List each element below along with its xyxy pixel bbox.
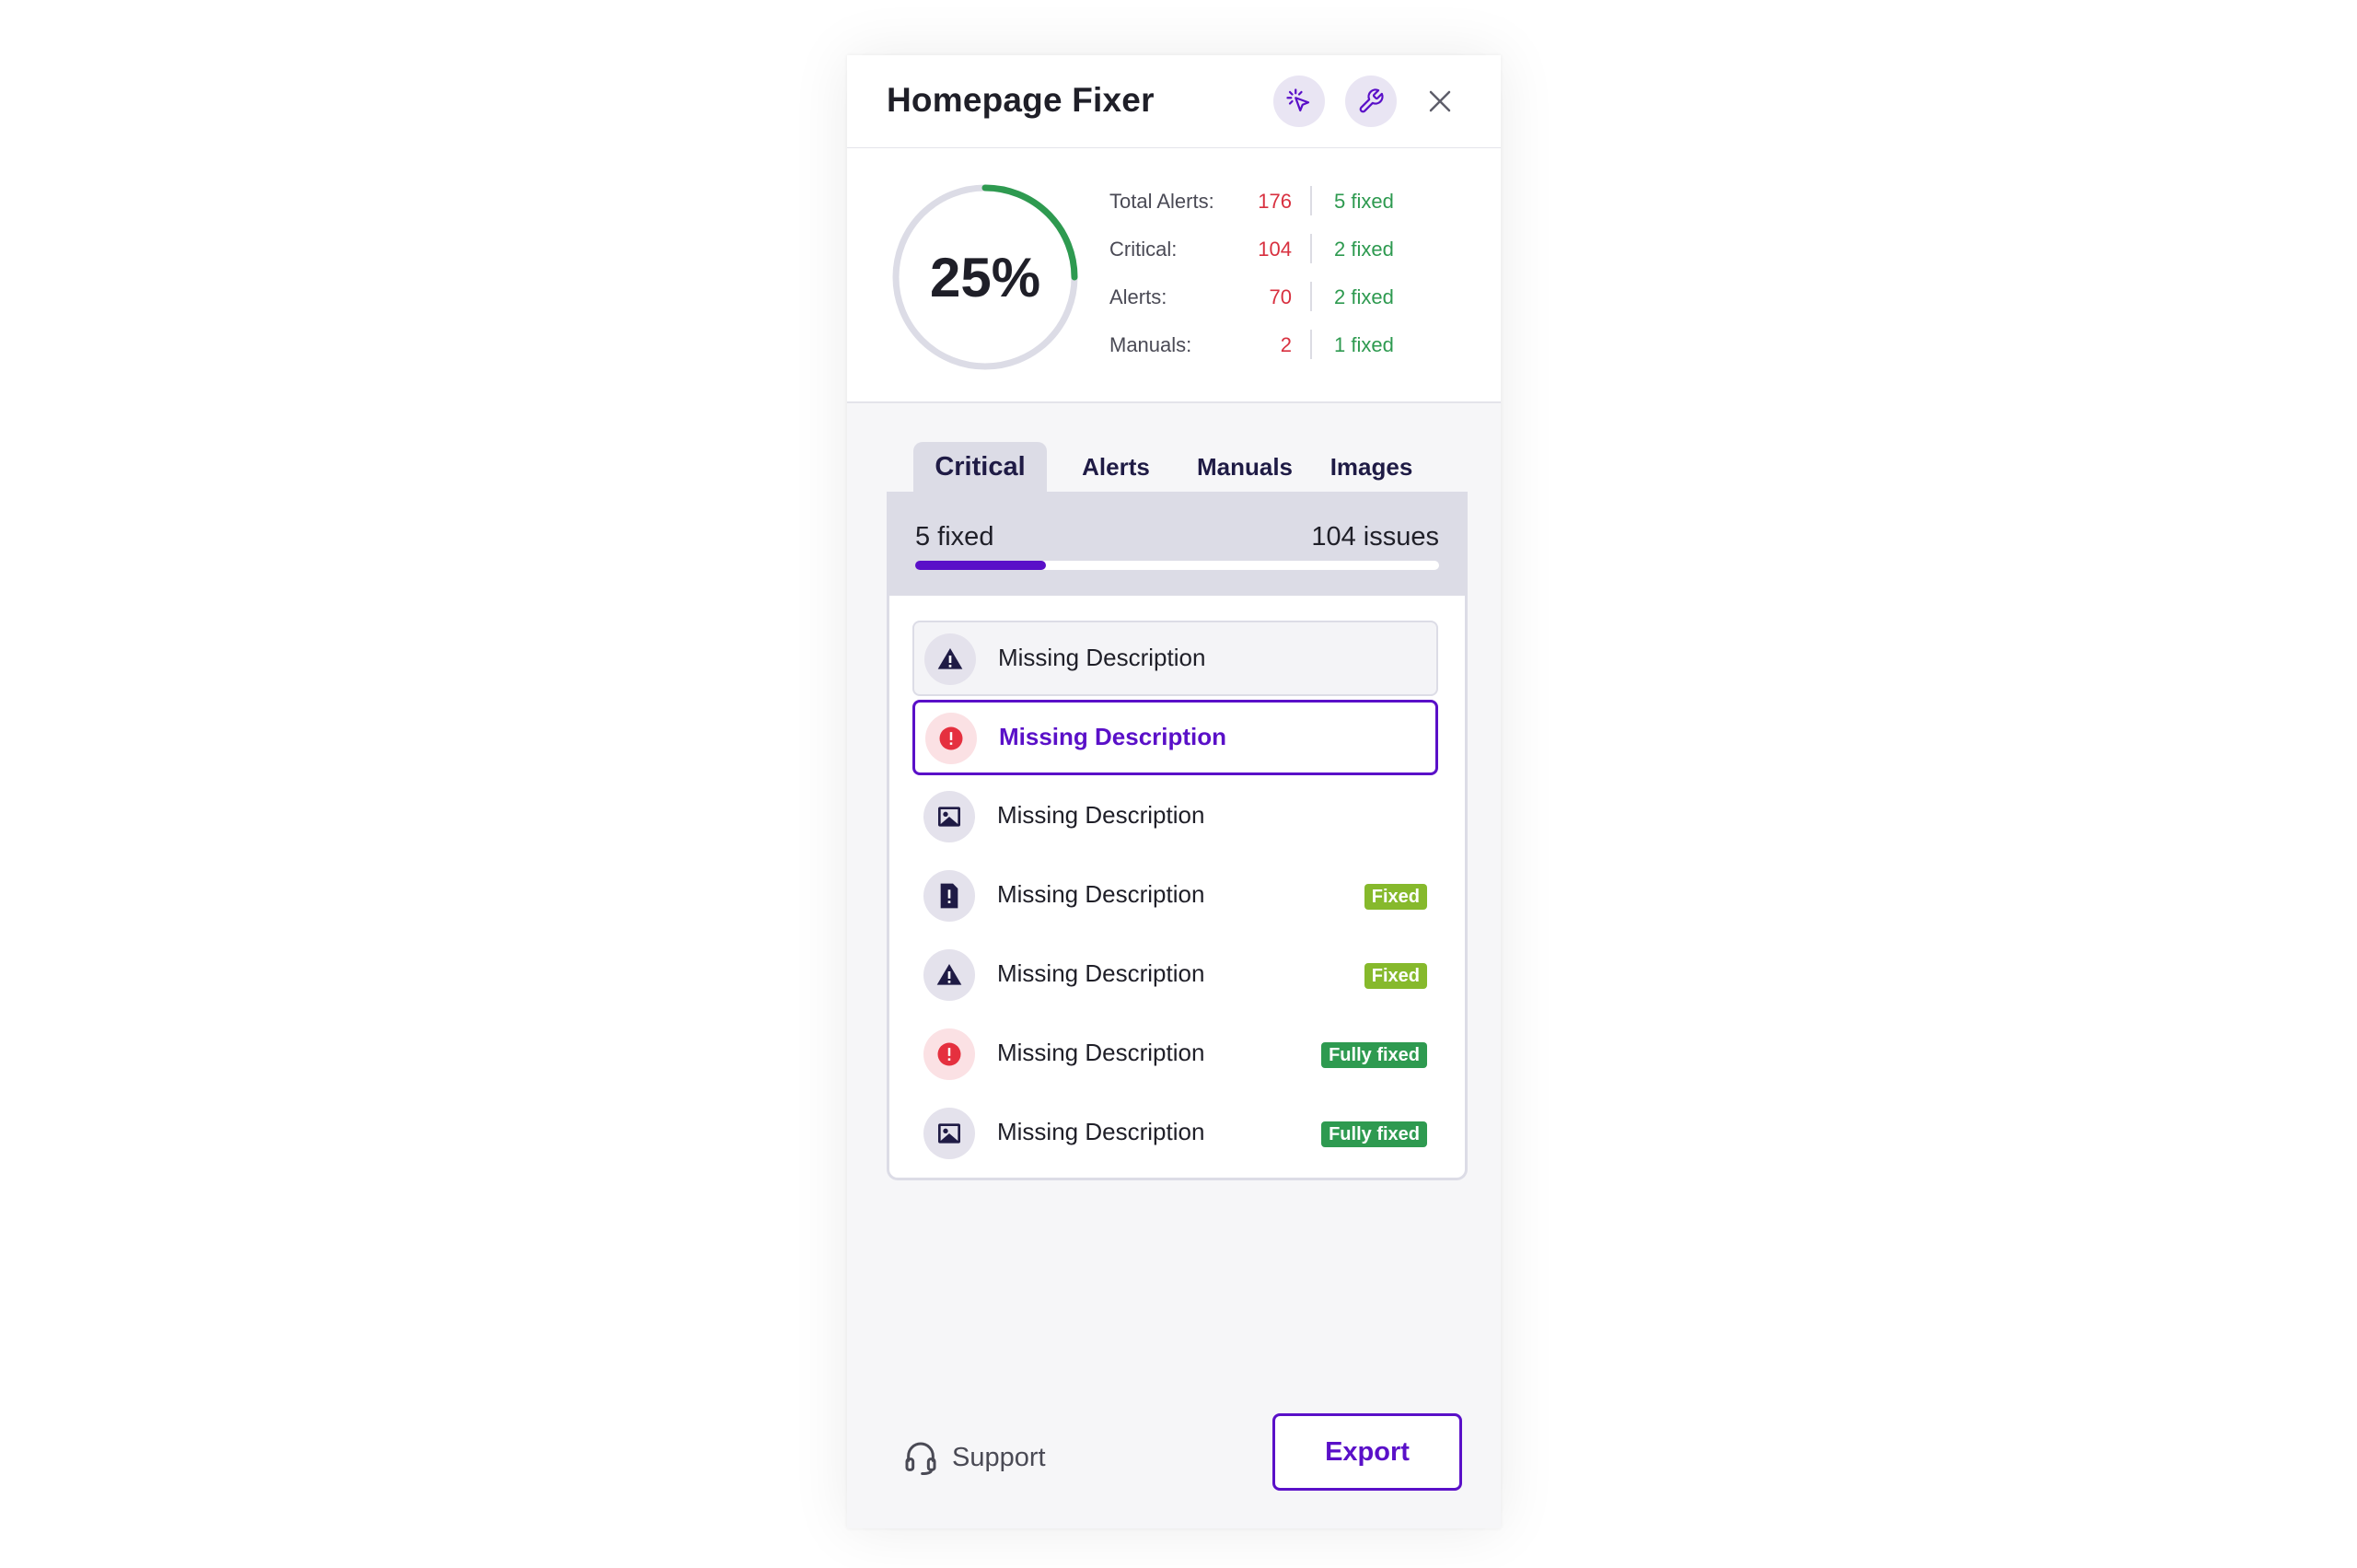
issue-label: Missing Description (997, 959, 1205, 987)
support-label: Support (952, 1442, 1046, 1472)
stat-divider (1310, 234, 1312, 263)
issue-count: 104 issues (1311, 522, 1439, 552)
stat-row-manuals: Manuals: 2 1 fixed (1109, 322, 1478, 370)
issue-label: Missing Description (998, 644, 1206, 671)
issue-item[interactable]: Missing Description Fully fixed (912, 1016, 1438, 1092)
panel-title: Homepage Fixer (887, 81, 1155, 119)
stat-divider (1310, 330, 1312, 359)
tab-manuals[interactable]: Manuals (1185, 442, 1305, 492)
issue-item[interactable]: Missing Description (912, 779, 1438, 854)
stat-count: 70 (1269, 285, 1292, 308)
issue-item[interactable]: Missing Description Fixed (912, 858, 1438, 934)
stat-fixed: 5 fixed (1334, 190, 1394, 213)
progress-fill (915, 561, 1047, 570)
image-icon (923, 1108, 975, 1159)
stat-count: 104 (1258, 238, 1292, 261)
error-circle-icon (923, 1028, 975, 1080)
document-alert-icon (923, 870, 975, 922)
headset-icon (905, 1442, 936, 1475)
close-button[interactable] (1422, 83, 1458, 120)
stat-count: 176 (1258, 190, 1292, 213)
stat-label: Alerts: (1109, 285, 1167, 308)
issue-label: Missing Description (997, 1039, 1205, 1066)
issue-item[interactable]: Missing Description (912, 621, 1438, 696)
image-icon (923, 791, 975, 842)
progress-bar (915, 561, 1439, 570)
issue-label: Missing Description (997, 880, 1205, 908)
stat-row-critical: Critical: 104 2 fixed (1109, 226, 1478, 274)
issue-item[interactable]: Missing Description (912, 700, 1438, 775)
wrench-icon (1359, 88, 1384, 113)
export-button[interactable]: Export (1272, 1413, 1462, 1491)
status-badge: Fully fixed (1321, 1121, 1427, 1147)
stat-count: 2 (1280, 333, 1292, 356)
homepage-fixer-panel: Homepage Fixer 25% Total Alerts: 176 5 f… (847, 55, 1501, 1528)
panel-header: Homepage Fixer (847, 55, 1501, 149)
fixed-count: 5 fixed (915, 522, 994, 552)
issue-item[interactable]: Missing Description Fixed (912, 937, 1438, 1013)
issue-item[interactable]: Missing Description Fully fixed (912, 1096, 1438, 1171)
close-icon (1429, 90, 1451, 112)
stat-label: Critical: (1109, 238, 1178, 261)
tools-button[interactable] (1345, 75, 1397, 127)
warning-triangle-icon (923, 949, 975, 1001)
stat-divider (1310, 186, 1312, 215)
card-header: 5 fixed 104 issues (889, 492, 1465, 596)
stat-divider (1310, 282, 1312, 311)
stat-label: Manuals: (1109, 333, 1192, 356)
stats-table: Total Alerts: 176 5 fixed Critical: 104 … (1109, 179, 1478, 370)
magic-fix-button[interactable] (1273, 75, 1325, 127)
issues-card: 5 fixed 104 issues Missing Description M… (887, 492, 1468, 1180)
issue-label: Missing Description (997, 801, 1205, 829)
stat-row-alerts: Alerts: 70 2 fixed (1109, 274, 1478, 322)
error-circle-icon (925, 713, 977, 764)
stat-fixed: 1 fixed (1334, 333, 1394, 356)
issue-label: Missing Description (997, 1118, 1205, 1145)
tab-alerts[interactable]: Alerts (1065, 442, 1167, 492)
issue-label: Missing Description (999, 723, 1227, 750)
warning-triangle-icon (924, 633, 976, 685)
stat-fixed: 2 fixed (1334, 285, 1394, 308)
tab-images[interactable]: Images (1318, 442, 1424, 492)
cursor-sparkle-icon (1286, 88, 1310, 112)
stat-fixed: 2 fixed (1334, 238, 1394, 261)
percent-complete: 25% (929, 246, 1041, 308)
status-badge: Fully fixed (1321, 1042, 1427, 1068)
support-link[interactable]: Support (902, 1432, 1046, 1483)
status-badge: Fixed (1364, 884, 1427, 910)
summary-section: 25% Total Alerts: 176 5 fixed Critical: … (847, 148, 1501, 403)
stat-row-total: Total Alerts: 176 5 fixed (1109, 179, 1478, 226)
status-badge: Fixed (1364, 963, 1427, 989)
tab-critical[interactable]: Critical (913, 442, 1047, 492)
